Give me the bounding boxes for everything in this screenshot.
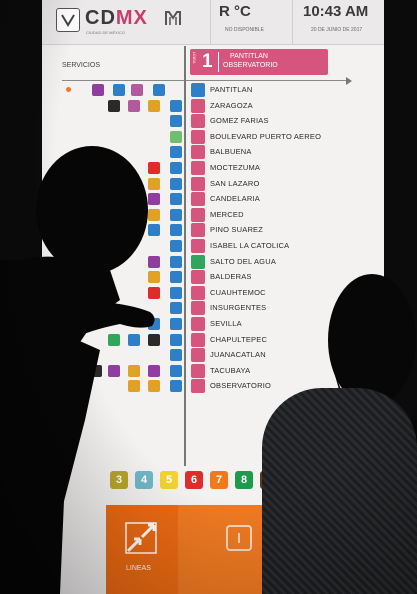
person-shirt [262, 388, 417, 594]
